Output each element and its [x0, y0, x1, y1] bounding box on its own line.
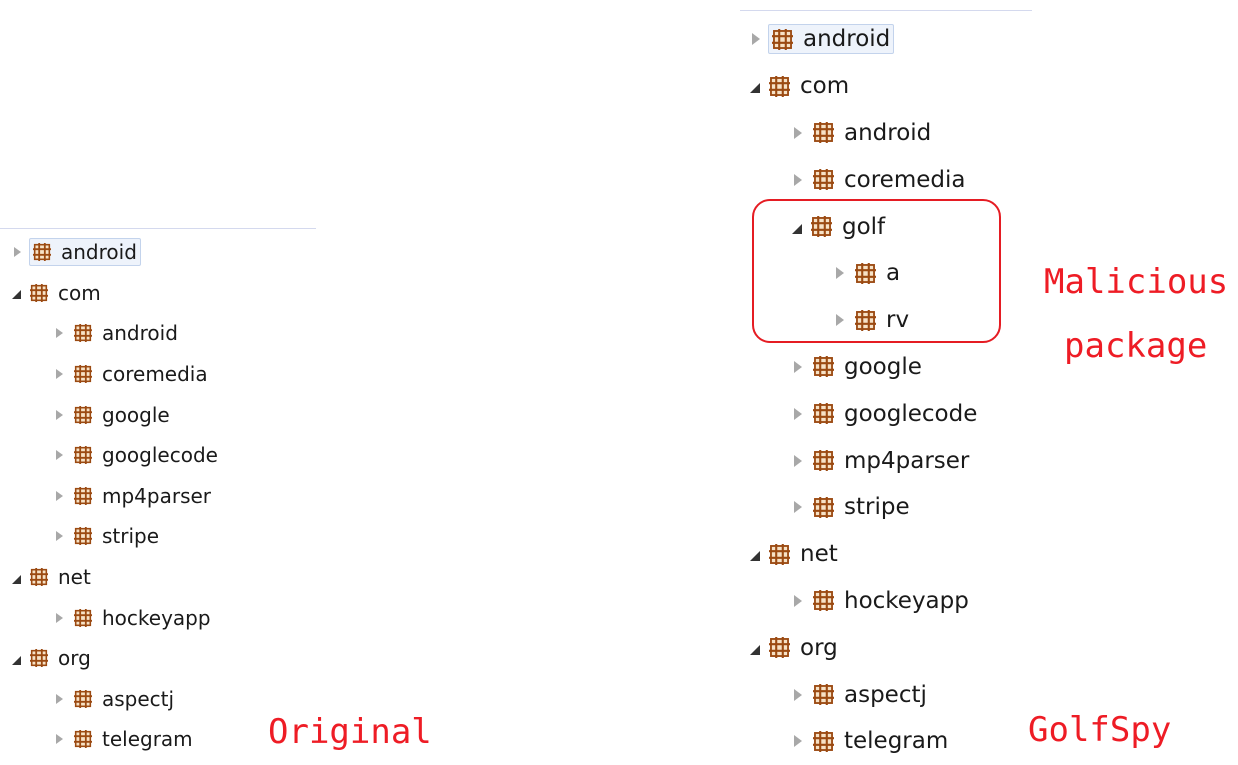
- tree-node-google[interactable]: google: [792, 344, 925, 391]
- tree-node-telegram[interactable]: telegram: [792, 718, 951, 765]
- tree-node-stripe[interactable]: stripe: [792, 484, 913, 531]
- package-label: net: [800, 541, 838, 568]
- package-label: telegram: [844, 728, 949, 755]
- package-label: coremedia: [844, 166, 966, 193]
- package-icon: [813, 356, 834, 378]
- package-icon: [769, 543, 790, 565]
- malicious-package-highlight: [752, 199, 1001, 343]
- collapsed-arrow-icon[interactable]: [794, 126, 802, 139]
- tree-node-mp4parser[interactable]: mp4parser: [792, 437, 972, 484]
- tree-node-com[interactable]: com: [750, 63, 852, 110]
- tree-node-hockeyapp[interactable]: hockeyapp: [792, 578, 972, 625]
- golfspy-caption: GolfSpy: [1028, 710, 1172, 750]
- package-label: org: [800, 634, 838, 661]
- tree-top-border: [740, 10, 1032, 11]
- package-icon: [769, 75, 790, 97]
- package-label: mp4parser: [844, 447, 970, 474]
- package-icon: [813, 169, 834, 191]
- package-label: android: [844, 119, 932, 146]
- expanded-arrow-icon[interactable]: [750, 644, 760, 655]
- tree-node-org[interactable]: org: [750, 624, 841, 671]
- collapsed-arrow-icon[interactable]: [752, 33, 760, 46]
- original-caption: Original: [268, 712, 432, 752]
- package-label: google: [844, 353, 922, 380]
- tree-node-coremedia[interactable]: coremedia: [792, 156, 968, 203]
- tree-node-android[interactable]: android: [792, 110, 934, 157]
- expanded-arrow-icon[interactable]: [750, 551, 760, 562]
- malicious-label-line2: package: [1064, 326, 1208, 366]
- tree-node-net[interactable]: net: [750, 531, 841, 578]
- package-icon: [813, 730, 834, 752]
- package-icon: [813, 122, 834, 144]
- collapsed-arrow-icon[interactable]: [794, 360, 802, 373]
- collapsed-arrow-icon[interactable]: [794, 173, 802, 186]
- package-tree-golfspy: android com android coremedia golf a rv google g…: [0, 0, 1238, 757]
- collapsed-arrow-icon[interactable]: [794, 454, 802, 467]
- package-label: googlecode: [844, 400, 978, 427]
- package-label: hockeyapp: [844, 587, 969, 614]
- tree-node-aspectj[interactable]: aspectj: [792, 671, 930, 718]
- package-icon: [813, 590, 834, 612]
- package-label: android: [803, 26, 891, 53]
- package-label: stripe: [844, 494, 910, 521]
- package-icon: [772, 28, 793, 50]
- expanded-arrow-icon[interactable]: [750, 83, 760, 94]
- package-icon: [813, 403, 834, 425]
- collapsed-arrow-icon[interactable]: [794, 594, 802, 607]
- collapsed-arrow-icon[interactable]: [794, 501, 802, 514]
- package-label: com: [800, 73, 850, 100]
- tree-node-android[interactable]: android: [750, 16, 895, 63]
- collapsed-arrow-icon[interactable]: [794, 688, 802, 701]
- package-icon: [813, 684, 834, 706]
- collapsed-arrow-icon[interactable]: [794, 735, 802, 748]
- collapsed-arrow-icon[interactable]: [794, 407, 802, 420]
- package-label: aspectj: [844, 681, 927, 708]
- malicious-label-line1: Malicious: [1044, 262, 1229, 302]
- tree-node-googlecode[interactable]: googlecode: [792, 390, 980, 437]
- package-icon: [813, 496, 834, 518]
- package-icon: [813, 450, 834, 472]
- package-icon: [769, 637, 790, 659]
